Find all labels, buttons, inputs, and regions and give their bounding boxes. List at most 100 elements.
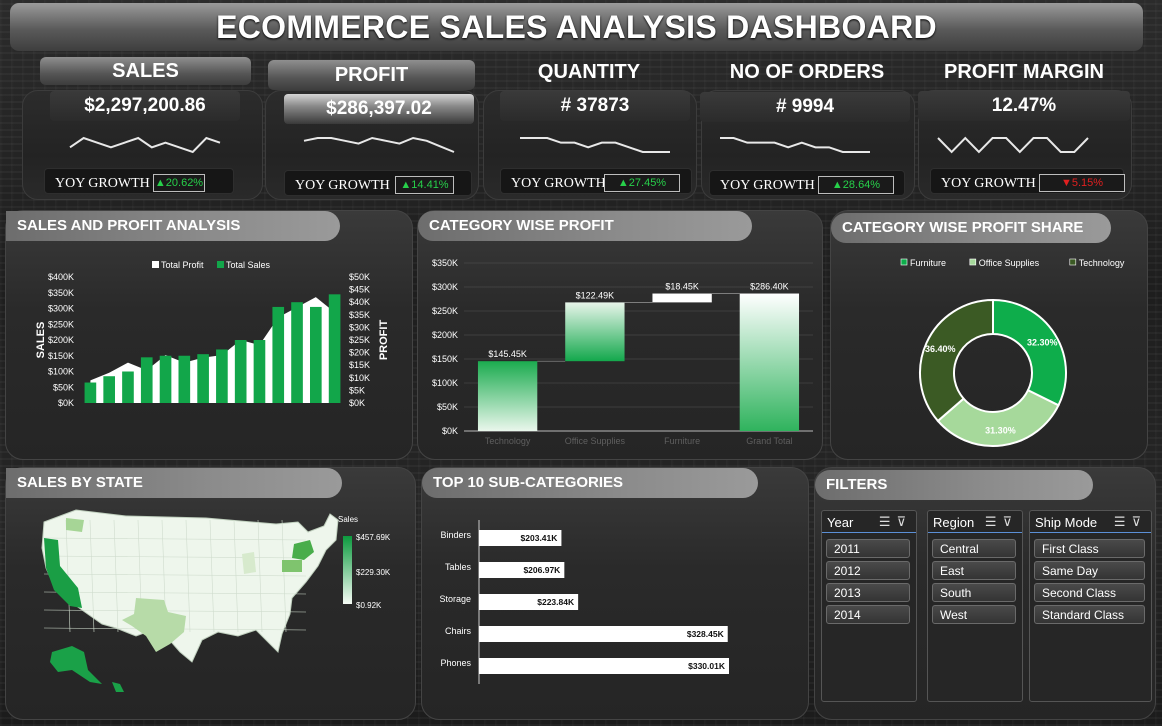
- panel-title: FILTERS: [815, 470, 1093, 500]
- slicer-item[interactable]: 2014: [826, 605, 910, 624]
- y-tick-label: $300K: [432, 282, 458, 292]
- y-tick-label: $250K: [48, 319, 74, 329]
- slicer-item[interactable]: South: [932, 583, 1016, 602]
- bar-value-label: $206.97K: [523, 565, 561, 575]
- legend-label: Technology: [1079, 258, 1125, 268]
- state-pennsylvania: [282, 560, 302, 572]
- dashboard-title: ECOMMERCE SALES ANALYSIS DASHBOARD: [10, 3, 1143, 51]
- slicer-item[interactable]: 2011: [826, 539, 910, 558]
- slice-label: 32.30%: [1027, 337, 1058, 347]
- state-alaska: [50, 646, 102, 684]
- sales-bar: [291, 302, 303, 403]
- map-legend-label: $229.30K: [356, 568, 391, 577]
- multi-select-icon[interactable]: ☰: [985, 514, 1003, 529]
- clear-filter-icon[interactable]: ⊽: [1002, 514, 1018, 529]
- slicer-item[interactable]: East: [932, 561, 1016, 580]
- kpi-sparkline: [69, 136, 221, 154]
- y-tick-label: $0K: [58, 398, 74, 408]
- yoy-badge: ▲28.64%: [818, 176, 894, 194]
- category-share-panel: CATEGORY WISE PROFIT SHARE Furniture Offi…: [830, 210, 1148, 460]
- slicer-item[interactable]: Second Class: [1034, 583, 1145, 602]
- kpi-label: PROFIT MARGIN: [944, 61, 1104, 83]
- slicer-item[interactable]: First Class: [1034, 539, 1145, 558]
- slicer-item[interactable]: Same Day: [1034, 561, 1145, 580]
- yoy-value: 28.64%: [842, 179, 881, 191]
- multi-select-icon[interactable]: ☰: [1114, 514, 1132, 529]
- sales-bar: [309, 306, 322, 403]
- slicer-item[interactable]: 2012: [826, 561, 910, 580]
- slicer-item[interactable]: West: [932, 605, 1016, 624]
- slicer-icons: ☰⊽: [879, 514, 912, 530]
- sales-bar: [272, 306, 285, 403]
- yoy-growth: YOY GROWTH ▼5.15%: [930, 168, 1125, 194]
- sales-bar: [328, 294, 341, 403]
- y-axis-label: SALES: [35, 322, 47, 359]
- slicer-icons: ☰⊽: [985, 514, 1018, 530]
- triangle-up-icon: ▲: [617, 177, 629, 189]
- yoy-value: 20.62%: [165, 177, 204, 189]
- y2-tick-label: $0K: [349, 398, 365, 408]
- panel-title: TOP 10 SUB-CATEGORIES: [422, 468, 758, 498]
- y2-tick-label: $50K: [349, 272, 370, 282]
- usa-outline: [41, 509, 339, 663]
- sales-profit-panel: SALES AND PROFIT ANALYSIS Total Profit To…: [5, 210, 413, 460]
- waterfall-bar: [477, 361, 538, 431]
- triangle-up-icon: ▲: [831, 179, 843, 191]
- data-label: $145.45K: [488, 349, 527, 359]
- category-label: Chairs: [445, 626, 472, 636]
- triangle-up-icon: ▲: [154, 177, 166, 189]
- y-tick-label: $50K: [53, 382, 74, 392]
- y-tick-label: $50K: [437, 402, 458, 412]
- y-tick-label: $300K: [48, 304, 74, 314]
- multi-select-icon[interactable]: ☰: [879, 514, 897, 529]
- yoy-value: 14.41%: [411, 179, 449, 191]
- y-tick-label: $350K: [48, 288, 74, 298]
- y2-tick-label: $30K: [349, 322, 370, 332]
- slicer-item[interactable]: Central: [932, 539, 1016, 558]
- map-legend-title: Sales: [338, 515, 358, 524]
- us-state-map: Sales $457.69K $229.30K $0.92K: [41, 509, 391, 692]
- y-tick-label: $400K: [48, 272, 74, 282]
- y2-tick-label: $35K: [349, 310, 370, 320]
- sales-bar: [122, 371, 134, 403]
- filters-panel: FILTERS Year ☰⊽ 2011 2012 2013 2014 Region ☰⊽ Ce…: [814, 467, 1156, 720]
- category-label: Binders: [440, 530, 471, 540]
- clear-filter-icon[interactable]: ⊽: [1131, 514, 1147, 529]
- kpi-value: 12.47%: [918, 91, 1130, 121]
- top10-chart: Binders Tables Storage Chairs Phones $203.41K…: [439, 520, 729, 684]
- slicer-title: Ship Mode: [1035, 515, 1098, 530]
- legend-swatch-sales: [217, 261, 224, 268]
- bar-value-label: $203.41K: [521, 533, 559, 543]
- slicer-item[interactable]: 2013: [826, 583, 910, 602]
- slicer-header: Ship Mode ☰⊽: [1030, 511, 1151, 533]
- slicer-icons: ☰⊽: [1114, 514, 1147, 530]
- yoy-label: YOY GROWTH: [511, 176, 606, 191]
- slicer-title: Year: [827, 515, 854, 530]
- kpi-label: PROFIT: [268, 60, 475, 90]
- slicer-item[interactable]: Standard Class: [1034, 605, 1145, 624]
- y-tick-label: $150K: [48, 351, 74, 361]
- kpi-sparkline: [303, 136, 455, 153]
- panel-title: CATEGORY WISE PROFIT: [418, 211, 752, 241]
- kpi-label: QUANTITY: [537, 61, 641, 83]
- legend-label-sales: Total Sales: [226, 260, 271, 270]
- slicer-region: Region ☰⊽ Central East South West: [927, 510, 1023, 702]
- slice-label: 36.40%: [925, 344, 956, 354]
- y2-tick-label: $40K: [349, 297, 370, 307]
- y-tick-label: $250K: [432, 306, 458, 316]
- bar-value-label: $330.01K: [688, 661, 726, 671]
- sparkline-path: [69, 136, 221, 154]
- legend-swatch: [969, 258, 977, 266]
- chart-legend: Furniture Office Supplies Technology: [900, 258, 1125, 268]
- yoy-growth: YOY GROWTH ▲14.41%: [284, 170, 472, 196]
- y2-tick-label: $25K: [349, 335, 370, 345]
- clear-filter-icon[interactable]: ⊽: [896, 514, 912, 529]
- sparkline-path: [937, 136, 1089, 154]
- x-tick-label: Technology: [485, 436, 531, 446]
- map-legend-scale: [343, 536, 352, 604]
- bar-value-label: $223.84K: [537, 597, 575, 607]
- yoy-value: 27.45%: [628, 177, 667, 189]
- sales-bar: [103, 376, 116, 403]
- sparkline-path: [520, 137, 670, 153]
- data-label: $122.49K: [576, 290, 615, 300]
